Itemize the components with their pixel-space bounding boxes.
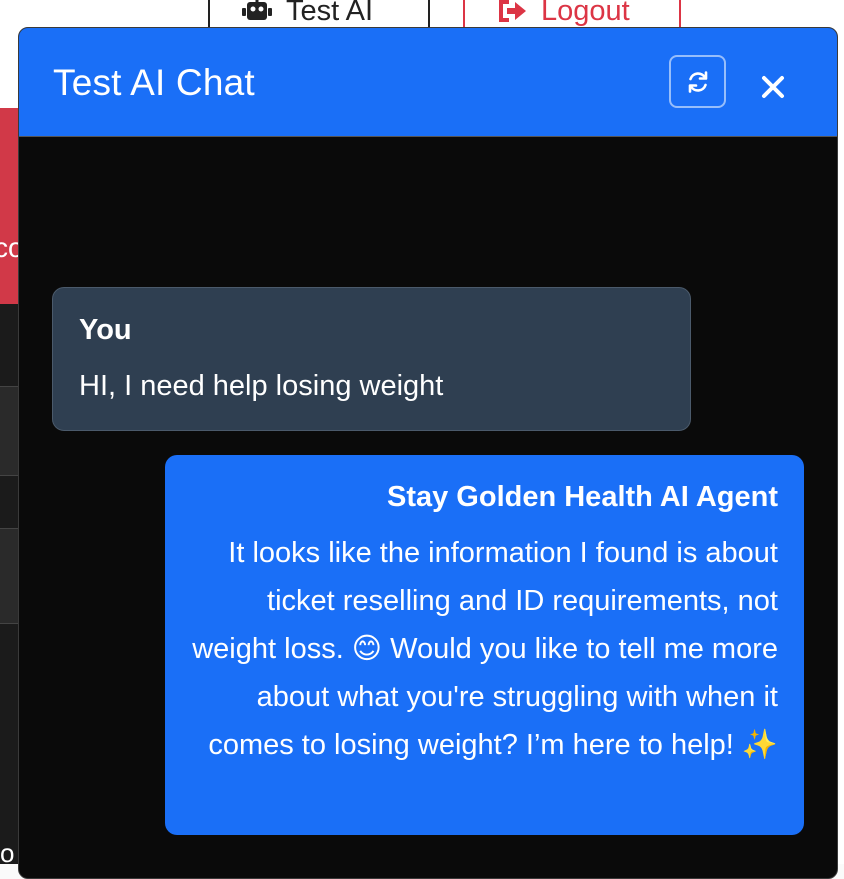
logout-icon — [499, 0, 526, 22]
background-red-card-text: co — [0, 232, 20, 263]
message-sender: You — [79, 314, 132, 346]
chat-modal: Test AI Chat You HI, I need help losing … — [18, 27, 838, 879]
close-icon — [762, 76, 784, 98]
test-ai-nav-button[interactable]: Test AI — [208, 0, 430, 30]
background-red-card: co — [0, 108, 20, 304]
background-row — [0, 528, 20, 624]
background-row — [0, 386, 20, 476]
logout-nav-label: Logout — [541, 0, 630, 27]
background-bottom-text: o — [0, 838, 15, 868]
chat-message-agent: Stay Golden Health AI Agent It looks lik… — [165, 455, 804, 835]
message-text: HI, I need help losing weight — [79, 370, 444, 402]
chat-modal-title: Test AI Chat — [53, 62, 255, 103]
close-chat-button[interactable] — [750, 64, 796, 110]
test-ai-nav-label: Test AI — [286, 0, 374, 27]
logout-nav-button[interactable]: Logout — [463, 0, 681, 30]
refresh-chat-button[interactable] — [669, 55, 726, 108]
message-sender: Stay Golden Health AI Agent — [386, 481, 778, 513]
chat-modal-header: Test AI Chat — [19, 28, 837, 137]
refresh-icon — [688, 70, 707, 93]
message-text: It looks like the information I found is… — [192, 537, 778, 761]
chat-message-user: You HI, I need help losing weight — [52, 287, 691, 431]
robot-icon — [242, 0, 272, 20]
